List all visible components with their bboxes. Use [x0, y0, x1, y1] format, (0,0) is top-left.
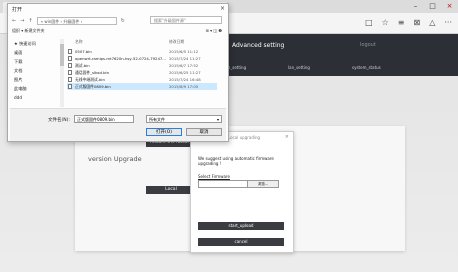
search-input[interactable]: 搜索"升级固件源"	[150, 16, 222, 24]
file-list-header: 名称 修改日期	[67, 39, 217, 46]
file-date: 2015/8/9 17:05	[169, 84, 199, 89]
file-row[interactable]: 测试.bin 2015/6/7 17:52	[67, 62, 217, 69]
refresh-icon[interactable]: ↻	[121, 18, 125, 24]
file-row[interactable]: openwrt-ramips-mt7620n-hsy-52-0724-79247…	[67, 55, 217, 62]
modal-close-icon[interactable]: ×	[285, 134, 289, 140]
maximize-icon[interactable]: □	[424, 0, 441, 13]
reading-view-icon[interactable]: □	[365, 18, 373, 27]
nav-pictures[interactable]: 图片	[10, 75, 62, 84]
nav-menu: wan_setting lan_setting system_status	[220, 60, 458, 74]
nav-ddd[interactable]: ddd	[10, 93, 62, 102]
column-date[interactable]: 修改日期	[169, 39, 184, 45]
organize-new-folder[interactable]: 组织 ▾ 新建文件夹	[12, 28, 45, 33]
firmware-file-input[interactable]	[198, 180, 248, 188]
modal-message: We suggest using automatic firmware upgr…	[198, 156, 274, 166]
modal-title: Local upgrading	[228, 135, 261, 140]
hub-icon[interactable]: ≡	[398, 18, 405, 27]
nav-desktop[interactable]: 桌面	[10, 48, 62, 57]
dialog-close-icon[interactable]: ×	[220, 5, 225, 12]
file-row-selected[interactable]: 正式版固件0809.bin 2015/8/9 17:05	[67, 83, 217, 90]
more-icon[interactable]: ···	[444, 18, 452, 27]
file-icon	[68, 70, 72, 75]
page-title: Advanced setting	[232, 42, 285, 49]
file-name: 正式版固件0809.bin	[75, 84, 111, 89]
window-controls: – □ ×	[407, 0, 458, 13]
chevron-down-icon: ▾	[216, 117, 219, 122]
notes-icon[interactable]: ⊠	[414, 18, 421, 27]
filetype-select[interactable]: 所有文件 ▾	[146, 115, 222, 123]
back-icon[interactable]: ←	[12, 18, 16, 24]
file-name: openwrt-ramips-mt7620n-hsy-52-0724-79247…	[75, 56, 166, 61]
share-icon[interactable]: △	[429, 18, 435, 27]
minimize-icon[interactable]: –	[407, 0, 424, 13]
file-date: 2015/6/7 17:52	[169, 63, 199, 68]
file-icon	[68, 77, 72, 82]
file-row[interactable]: 无线中继测试.bin 2015/7/24 16:48	[67, 76, 217, 83]
nav-scrollbar[interactable]	[60, 39, 64, 107]
nav-downloads[interactable]: 下载	[10, 57, 62, 66]
filetype-value: 所有文件	[149, 117, 165, 122]
nav-lan-setting[interactable]: lan_setting	[288, 65, 310, 70]
scroll-thumb[interactable]	[60, 44, 64, 66]
file-name: 0507.bin	[75, 49, 92, 54]
local-upgrade-button[interactable]: Local	[146, 186, 196, 194]
file-date: 2015/6/5 11:12	[169, 49, 199, 54]
address-bar[interactable]: « win固件 › 升级固件 ›	[36, 16, 117, 25]
file-row[interactable]: 0507.bin 2015/6/5 11:12	[67, 48, 217, 55]
file-date: 2015/7/24 11:27	[169, 56, 201, 61]
nav-pane: ★ 快速访问 桌面 下载 文档 图片 此电脑 ddd	[10, 39, 62, 107]
address-bar-row: ← → ↑ « win固件 › 升级固件 › ↻	[12, 16, 125, 25]
file-icon	[68, 49, 72, 54]
dialog-title: 打开	[12, 7, 23, 13]
nav-documents[interactable]: 文档	[10, 66, 62, 75]
file-icon	[68, 84, 72, 89]
upgrade-modal: Local upgrading × We suggest using autom…	[190, 131, 294, 253]
dialog-toolbar: 组织 ▾ 新建文件夹 ⊞ ▾ ◫ ❷	[12, 28, 222, 35]
file-date: 2015/6/25 11:27	[169, 70, 201, 75]
file-name: 测试.bin	[75, 63, 90, 68]
select-firmware-label: Select Firmware	[198, 174, 230, 179]
file-open-dialog: 打开 × ← → ↑ « win固件 › 升级固件 › ↻ 搜索"升级固件源" …	[7, 3, 229, 142]
view-options[interactable]: ⊞ ▾ ◫ ❷	[205, 28, 222, 33]
filename-input[interactable]: 正式版固件0809.bin	[74, 115, 134, 123]
file-name: 通话固件_slbsd.bin	[75, 70, 109, 75]
open-button[interactable]: 打开(O)	[146, 128, 182, 136]
window-close-icon[interactable]: ×	[441, 0, 458, 13]
file-row[interactable]: 通话固件_slbsd.bin 2015/6/25 11:27	[67, 69, 217, 76]
start-upload-button[interactable]: start_upload	[198, 222, 284, 230]
favorite-icon[interactable]: ☆	[382, 18, 389, 27]
forward-icon[interactable]: →	[20, 18, 24, 24]
file-date: 2015/7/24 16:48	[169, 77, 201, 82]
file-icon	[68, 63, 72, 68]
file-icon	[68, 56, 72, 61]
nav-system-status[interactable]: system_status	[352, 65, 381, 70]
browse-button[interactable]: 浏览...	[247, 180, 279, 188]
dialog-cancel-button[interactable]: 取消	[186, 128, 222, 136]
logout-link[interactable]: logout	[360, 42, 376, 48]
nav-quick-access[interactable]: ★ 快速访问	[10, 39, 62, 48]
cancel-button[interactable]: cancel	[198, 238, 284, 246]
browser-toolbar-icons: □ ☆ ≡ ⊠ △ ···	[365, 18, 452, 27]
dialog-footer: 文件名(N): 正式版固件0809.bin 所有文件 ▾ 打开(O) 取消	[10, 108, 226, 141]
file-name: 无线中继测试.bin	[75, 77, 105, 82]
up-icon[interactable]: ↑	[28, 18, 32, 24]
filename-label: 文件名(N):	[48, 118, 70, 123]
file-list: 名称 修改日期 0507.bin 2015/6/5 11:12 openwrt-r…	[67, 39, 223, 107]
nav-this-pc[interactable]: 此电脑	[10, 84, 62, 93]
column-name[interactable]: 名称	[75, 39, 83, 45]
section-title: version Upgrade	[88, 155, 142, 163]
